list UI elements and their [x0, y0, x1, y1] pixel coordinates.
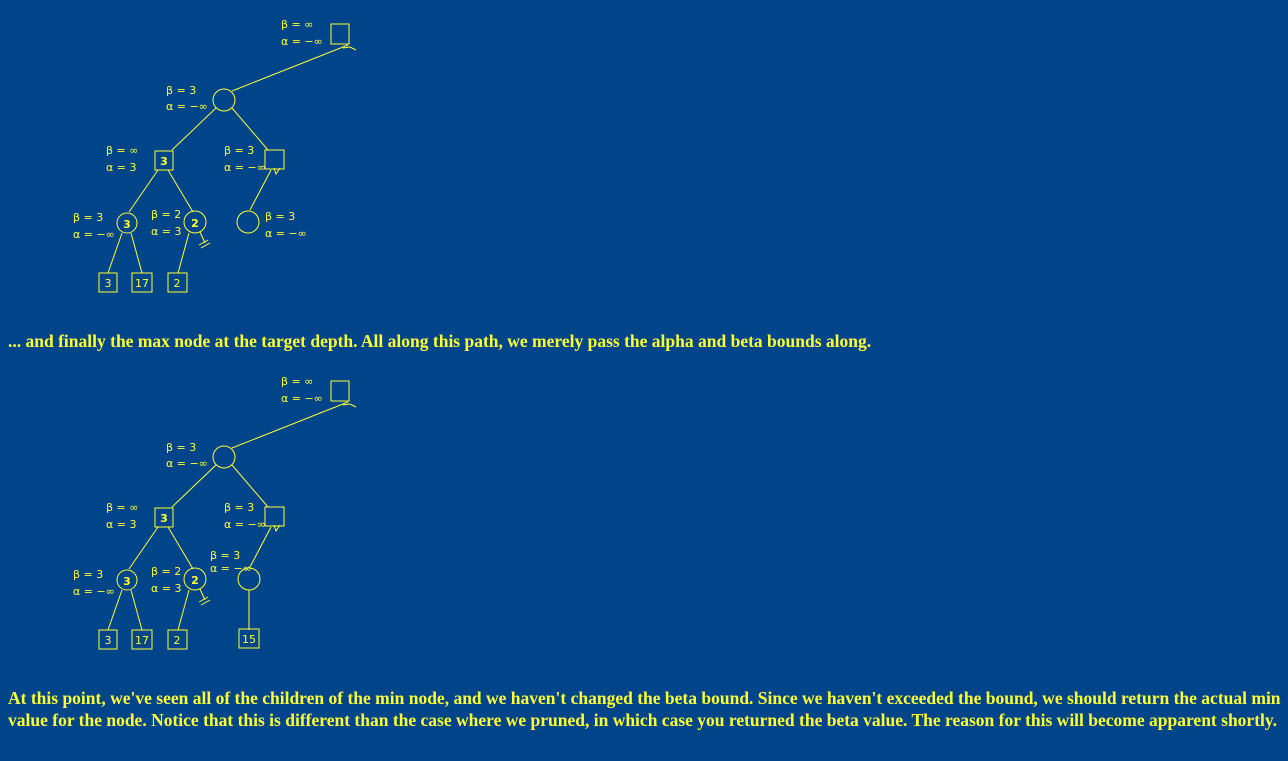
maxL-beta-label: β = ∞ — [106, 144, 138, 157]
minLL-beta-label: β = 3 — [73, 568, 103, 581]
root-max-node — [330, 380, 350, 402]
tree-edges — [107, 401, 357, 631]
edge-min1-maxL — [171, 107, 217, 151]
minRL-beta-label: β = 3 — [265, 210, 295, 223]
min-node-right-left — [236, 210, 260, 234]
edge-minLR-leaf3 — [177, 232, 190, 274]
edge-root-min1 — [231, 401, 349, 449]
leaf-value: 15 — [242, 633, 256, 646]
edge-maxL-minLL — [128, 526, 159, 570]
min1-beta-label: β = 3 — [166, 441, 196, 454]
maxL-alpha-label: α = 3 — [106, 518, 136, 531]
minLR-beta-label: β = 2 — [151, 565, 181, 578]
minLR-beta-label: β = 2 — [151, 208, 181, 221]
minLL-beta-label: β = 3 — [73, 211, 103, 224]
edge-pruned — [199, 231, 206, 244]
edge-pruned — [199, 588, 206, 601]
edge-minLL-leaf2 — [130, 232, 143, 274]
min1-alpha-label: α = −∞ — [166, 457, 208, 470]
alpha-beta-tree-diagram-2: 3 3 2 3 17 2 15 β = ∞ α = −∞ β = 3 α = −… — [73, 375, 357, 650]
min-node-left-left-value: 3 — [123, 218, 131, 231]
min-node-left-right-value: 2 — [191, 574, 199, 587]
maxL-alpha-label: α = 3 — [106, 161, 136, 174]
max-node-left-value: 3 — [160, 512, 168, 525]
minLR-alpha-label: α = 3 — [151, 582, 181, 595]
leaf-value: 2 — [174, 634, 181, 647]
edge-root-min1 — [231, 44, 349, 92]
min-node — [212, 445, 236, 469]
edge-maxR-minRL — [249, 526, 272, 568]
minLL-alpha-label: α = −∞ — [73, 228, 115, 241]
max-node-left-value: 3 — [160, 155, 168, 168]
max-node-right — [264, 506, 285, 527]
root-max-node — [330, 23, 350, 45]
edge-maxR-minRL — [249, 169, 272, 211]
root-beta-label: β = ∞ — [281, 18, 313, 31]
maxR-beta-label: β = 3 — [224, 501, 254, 514]
edge-min1-maxL — [171, 464, 217, 508]
edge-arrow-mark — [342, 403, 357, 408]
min1-alpha-label: α = −∞ — [166, 100, 208, 113]
minRL-alpha-label: α = −∞ — [265, 227, 307, 240]
maxR-alpha-label: α = −∞ — [224, 161, 266, 174]
page: 3 3 2 3 17 2 β = ∞ α = −∞ β = 3 α = −∞ β… — [0, 0, 1288, 761]
edge-maxL-minLL — [128, 169, 159, 213]
maxR-alpha-label: α = −∞ — [224, 518, 266, 531]
explanation-paragraph-2: At this point, we've seen all of the chi… — [8, 688, 1281, 730]
min1-beta-label: β = 3 — [166, 84, 196, 97]
min-node-left-right-value: 2 — [191, 217, 199, 230]
alpha-beta-tree-diagram-1: 3 3 2 3 17 2 β = ∞ α = −∞ β = 3 α = −∞ β… — [73, 18, 357, 293]
root-alpha-label: α = −∞ — [281, 392, 323, 405]
leaf-value: 3 — [105, 277, 112, 290]
min-node-left-left-value: 3 — [123, 575, 131, 588]
minLR-alpha-label: α = 3 — [151, 225, 181, 238]
tree-edges — [107, 44, 357, 274]
minLL-alpha-label: α = −∞ — [73, 585, 115, 598]
prune-mark — [200, 599, 211, 606]
edge-minLR-leaf3 — [177, 589, 190, 631]
edge-maxL-minLR — [167, 169, 194, 213]
maxR-beta-label: β = 3 — [224, 144, 254, 157]
minRL-alpha-label: α = −∞ — [210, 562, 252, 575]
edge-minLL-leaf2 — [130, 589, 143, 631]
edge-maxL-minLR — [167, 526, 194, 570]
max-node-right — [264, 149, 285, 170]
minRL-beta-label: β = 3 — [210, 549, 240, 562]
leaf-value: 17 — [135, 277, 149, 290]
leaf-value: 17 — [135, 634, 149, 647]
min-node — [212, 88, 236, 112]
edge-arrow-mark — [342, 46, 357, 51]
root-beta-label: β = ∞ — [281, 375, 313, 388]
leaf-value: 2 — [174, 277, 181, 290]
maxL-beta-label: β = ∞ — [106, 501, 138, 514]
leaf-value: 3 — [105, 634, 112, 647]
root-alpha-label: α = −∞ — [281, 35, 323, 48]
prune-mark — [200, 242, 211, 249]
explanation-paragraph-1: ... and finally the max node at the targ… — [8, 331, 872, 351]
